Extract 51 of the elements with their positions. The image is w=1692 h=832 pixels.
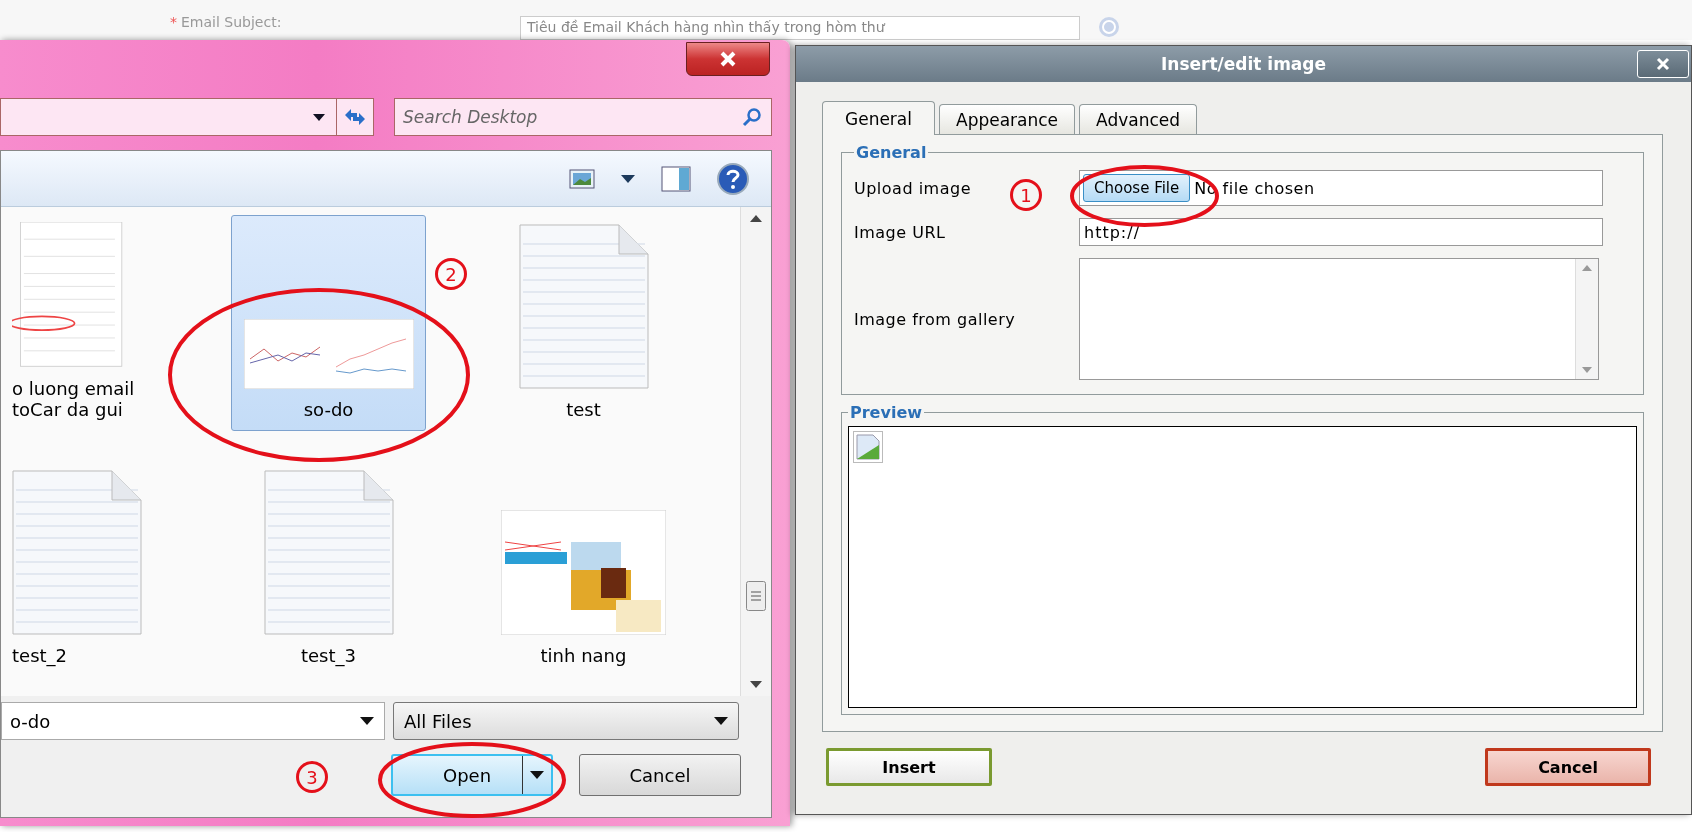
scroll-down-icon[interactable]: [750, 681, 762, 688]
file-item[interactable]: o luong email toCar da gui: [11, 215, 201, 431]
field-label: Email Subject:: [181, 14, 282, 30]
step-number-badge: 2: [435, 258, 467, 290]
file-item[interactable]: test_3: [231, 461, 426, 677]
file-item[interactable]: test: [486, 215, 681, 431]
address-bar[interactable]: [0, 98, 374, 136]
close-icon: [719, 51, 737, 67]
file-type-dropdown[interactable]: All Files: [393, 702, 739, 740]
dropdown-icon[interactable]: [621, 174, 635, 183]
field-label: Image from gallery: [854, 309, 1016, 329]
field-label: Image URL: [854, 222, 946, 242]
url-field[interactable]: http://: [1079, 218, 1603, 246]
insert-button[interactable]: Insert: [826, 748, 992, 786]
view-icon[interactable]: [569, 168, 595, 189]
field-label: Upload image: [854, 178, 971, 198]
dropdown-icon[interactable]: [313, 113, 325, 121]
file-item[interactable]: test_2: [11, 461, 201, 677]
tab[interactable]: Advanced: [1079, 104, 1198, 134]
scroll-up-icon[interactable]: [750, 215, 762, 222]
document-icon: [12, 470, 142, 635]
refresh-icon[interactable]: [343, 107, 367, 127]
dropdown-icon: [530, 771, 544, 779]
document-icon: [263, 470, 394, 635]
file-item[interactable]: tinh nang: [486, 461, 681, 677]
close-button[interactable]: [686, 42, 770, 76]
section-legend: General: [854, 143, 929, 162]
search-field[interactable]: Search Desktop: [394, 98, 772, 136]
file-name-field[interactable]: o-do: [1, 702, 385, 740]
dropdown-icon[interactable]: [360, 717, 374, 725]
help-icon[interactable]: [717, 162, 749, 195]
broken-image-icon: [853, 431, 883, 463]
step-number-badge: 1: [1010, 179, 1042, 211]
section-legend: Preview: [848, 403, 924, 422]
document-icon: [518, 224, 649, 389]
tab[interactable]: Appearance: [939, 104, 1076, 134]
scrollbar-thumb[interactable]: [746, 581, 766, 611]
close-icon: [1656, 57, 1670, 71]
cancel-button[interactable]: Cancel: [579, 754, 741, 796]
preview-pane-icon[interactable]: [661, 165, 691, 192]
dialog-title: Insert/edit image: [1160, 54, 1327, 74]
open-button[interactable]: Open: [391, 754, 553, 796]
cancel-button[interactable]: Cancel: [1485, 748, 1651, 786]
required-mark: *: [170, 14, 177, 30]
dropdown-icon: [714, 717, 728, 725]
choose-file-button[interactable]: Choose File: [1083, 174, 1191, 202]
file-item[interactable]: so-do: [231, 215, 426, 431]
tab[interactable]: General: [822, 101, 935, 135]
search-icon[interactable]: [742, 107, 762, 127]
subject-field[interactable]: Tiêu đề Email Khách hàng nhìn thấy trong hòm thư: [520, 16, 1080, 40]
step-number-badge: 3: [296, 761, 328, 793]
